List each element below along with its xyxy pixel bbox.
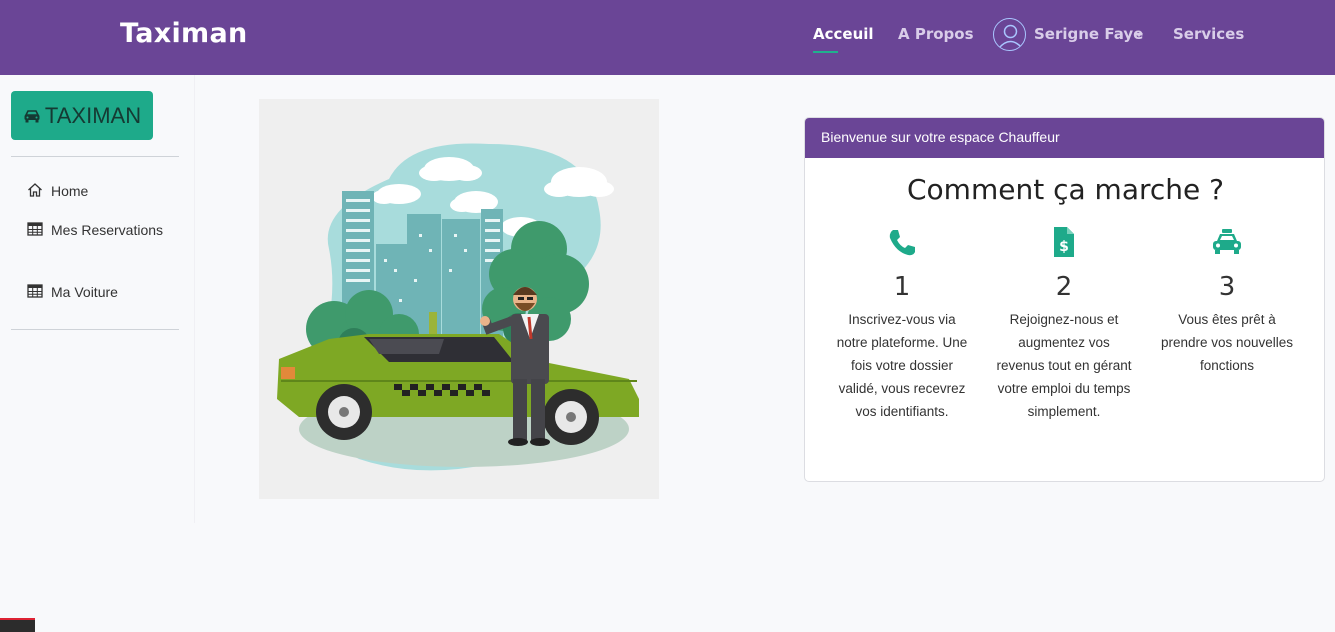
card-header: Bienvenue sur votre espace Chauffeur: [805, 118, 1324, 158]
step-number: 2: [1055, 272, 1073, 302]
how-it-works-card: Bienvenue sur votre espace Chauffeur Com…: [804, 117, 1325, 482]
card-title: Comment ça marche ?: [907, 173, 1224, 206]
nav-link-services[interactable]: Services: [1173, 25, 1244, 43]
step-1: 1 Inscrivez-vous via notre plateforme. U…: [832, 226, 972, 423]
invoice-dollar-icon: $: [1054, 227, 1074, 257]
sidebar-brand-label: TAXIMAN: [44, 102, 142, 128]
sidebar-item-label: Ma Voiture: [51, 284, 118, 300]
step-3: 3 Vous êtes prêt à prendre vos nouvelles…: [1157, 226, 1297, 377]
active-nav-indicator: [813, 51, 838, 53]
nav-link-user-menu[interactable]: Serigne Faye: [1034, 25, 1143, 43]
step-text: Vous êtes prêt à prendre vos nouvelles f…: [1160, 312, 1294, 373]
sidebar-item-home[interactable]: Home: [27, 180, 88, 203]
taxi-icon: [1213, 229, 1241, 254]
sidebar-item-reservations[interactable]: Mes Reservations: [27, 219, 177, 242]
table-icon: [27, 222, 43, 236]
step-text: Inscrivez-vous via notre plateforme. Une…: [836, 312, 968, 419]
sidebar-item-label: Mes Reservations: [51, 222, 164, 238]
step-number: 3: [1218, 272, 1236, 302]
nav-link-acceuil[interactable]: Acceuil: [813, 25, 874, 43]
step-number: 1: [893, 272, 911, 302]
svg-text:$: $: [1059, 239, 1069, 255]
step-2: $ 2 Rejoignez-nous et augmentez vos reve…: [994, 226, 1134, 423]
home-icon: [28, 183, 42, 197]
navbar-brand[interactable]: Taximan: [120, 18, 248, 49]
debug-toolbar-toggle[interactable]: [0, 618, 35, 632]
divider: [11, 156, 179, 157]
phone-icon: [889, 230, 915, 256]
car-icon: [24, 109, 40, 122]
sidebar-brand-button[interactable]: TAXIMAN: [11, 91, 153, 140]
sidebar: TAXIMAN Home Mes Reservations Ma Voiture: [0, 75, 195, 523]
chevron-down-icon[interactable]: [1135, 33, 1143, 37]
step-text: Rejoignez-nous et augmentez vos revenus …: [996, 312, 1132, 419]
taxi-driver-illustration: [259, 99, 659, 499]
sidebar-item-label: Home: [51, 183, 89, 199]
user-avatar-icon[interactable]: [993, 18, 1026, 51]
nav-link-a-propos[interactable]: A Propos: [898, 25, 974, 43]
sidebar-item-voiture[interactable]: Ma Voiture: [27, 281, 118, 304]
top-navbar: Taximan Acceuil A Propos Serigne Faye Se…: [0, 0, 1335, 75]
divider: [11, 329, 179, 330]
table-icon: [27, 284, 43, 298]
